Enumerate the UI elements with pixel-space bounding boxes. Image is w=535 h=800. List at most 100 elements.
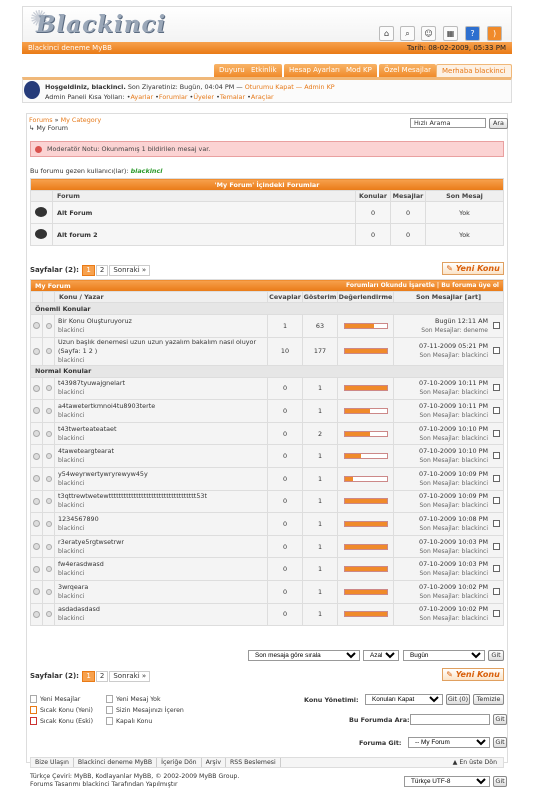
thread-title[interactable]: t43987tyuwajgnelart: [58, 379, 125, 387]
forum-actions-links[interactable]: Forumları Okundu İşaretle | Bu foruma üy…: [346, 282, 503, 289]
rating-bar[interactable]: [343, 385, 388, 392]
last-post-by[interactable]: Son Mesajlar: blackinci: [394, 434, 488, 443]
thread-author[interactable]: blackinci: [58, 411, 267, 420]
thread-title[interactable]: 1234567890: [58, 515, 99, 523]
thread-select-checkbox[interactable]: [493, 321, 500, 329]
thread-title[interactable]: y54weyrwertywryrewyw45y: [58, 470, 148, 478]
last-post-by[interactable]: Son Mesajlar: blackinci: [394, 411, 488, 420]
thread-replies[interactable]: 10: [267, 336, 303, 366]
thread-title[interactable]: a4tawetertkmnoi4tu8903terte: [58, 402, 155, 410]
admin-cp-link[interactable]: — Admin KP: [294, 83, 335, 91]
thread-select-checkbox[interactable]: [493, 384, 500, 392]
search-icon[interactable]: ⌕: [400, 26, 415, 41]
last-post-by[interactable]: Son Mesajlar: blackinci: [394, 547, 488, 556]
thread-replies[interactable]: 1: [267, 314, 303, 338]
footer-contact[interactable]: Bize Ulaşın: [31, 758, 74, 767]
thread-title[interactable]: fw4erasdwasd: [58, 560, 104, 568]
quick-search-input[interactable]: Hızlı Arama: [410, 118, 486, 128]
thread-title[interactable]: asdadasdasd: [58, 605, 100, 613]
thread-row[interactable]: 1234567890 blackinci 0 1 07-10-2009 10:08 PM…: [30, 512, 504, 536]
thread-select-checkbox[interactable]: [493, 406, 500, 414]
home-icon[interactable]: ⌂: [379, 26, 394, 41]
last-post-by[interactable]: Son Mesajlar: blackinci: [394, 351, 488, 360]
thread-author[interactable]: blackinci: [58, 547, 267, 556]
thread-title[interactable]: r3eratye5rgtwsetrwr: [58, 538, 124, 546]
rating-bar[interactable]: [343, 407, 388, 414]
forum-search-input[interactable]: [410, 714, 490, 725]
thread-replies[interactable]: 0: [267, 557, 303, 581]
thread-replies[interactable]: 0: [267, 466, 303, 491]
thread-select-checkbox[interactable]: [493, 347, 500, 355]
thread-replies[interactable]: 0: [267, 399, 303, 423]
thread-row[interactable]: Bir Konu Oluşturuyoruz blackinci 1 63 Bugün …: [30, 314, 504, 338]
rating-bar[interactable]: [343, 566, 388, 573]
thread-author[interactable]: blackinci: [58, 456, 267, 465]
last-post-by[interactable]: Son Mesajlar: blackinci: [394, 479, 488, 488]
language-go-button[interactable]: Git: [493, 776, 507, 787]
thread-select-checkbox[interactable]: [493, 519, 500, 527]
shortcut-settings[interactable]: Ayarlar: [131, 93, 154, 101]
nav-hesap-ayarlari[interactable]: Hesap Ayarları: [284, 64, 345, 77]
last-post-by[interactable]: Son Mesajlar: blackinci: [394, 501, 488, 510]
thread-select-checkbox[interactable]: [493, 610, 500, 618]
thread-row[interactable]: Uzun başlık denemesi uzun uzun yazalım b…: [30, 336, 504, 366]
alert-text[interactable]: Moderatör Notu: Okunmamış 1 bildirilen m…: [47, 145, 210, 153]
last-post-by[interactable]: Son Mesajlar: blackinci: [394, 456, 488, 465]
page-next[interactable]: Sonraki »: [109, 671, 151, 682]
last-post-by[interactable]: Son Mesajlar: blackinci: [394, 388, 488, 397]
language-select[interactable]: Türkçe UTF-8: [404, 776, 490, 787]
visitor-user[interactable]: blackinci: [131, 167, 163, 175]
footer-top-link[interactable]: ▲ En üste Dön: [453, 758, 497, 767]
thread-select-checkbox[interactable]: [493, 474, 500, 482]
subforum-row[interactable]: Alt forum 2 0 0 Yok: [30, 223, 504, 246]
thread-replies[interactable]: 0: [267, 421, 303, 446]
nav-mod-kp[interactable]: Mod KP: [341, 64, 377, 77]
thread-title[interactable]: 3wrqeara: [58, 583, 88, 591]
thread-author[interactable]: blackinci: [58, 614, 267, 623]
thread-row[interactable]: t43twerteateataet blackinci 0 2 07-10-2009 1…: [30, 421, 504, 446]
thread-author[interactable]: blackinci: [58, 501, 267, 510]
thread-title[interactable]: 4taweteargtearat: [58, 447, 114, 455]
moderation-go-button[interactable]: Git (0): [446, 694, 470, 705]
date-range-select[interactable]: Bugün: [403, 650, 485, 661]
thread-author[interactable]: blackinci: [58, 326, 267, 335]
subforum-name[interactable]: Alt Forum: [52, 201, 356, 224]
rating-bar[interactable]: [343, 498, 388, 505]
page-1[interactable]: 1: [82, 265, 95, 276]
rating-bar[interactable]: [343, 348, 388, 355]
thread-title[interactable]: t3qttrewtwetewtttttttttttttttttttttttttt…: [58, 492, 207, 500]
rating-bar[interactable]: [343, 430, 388, 437]
thread-select-checkbox[interactable]: [493, 452, 500, 460]
thread-select-checkbox[interactable]: [493, 497, 500, 505]
thread-select-checkbox[interactable]: [493, 542, 500, 550]
calendar-icon[interactable]: ▦: [443, 26, 458, 41]
thread-title[interactable]: Uzun başlık denemesi uzun uzun yazalım b…: [58, 338, 256, 346]
forum-jump-button[interactable]: Git: [493, 737, 507, 748]
site-name[interactable]: Blackinci deneme MyBB: [28, 44, 112, 52]
thread-replies[interactable]: 0: [267, 376, 303, 401]
moderation-clear-button[interactable]: Temizle: [473, 694, 504, 705]
nav-merhaba[interactable]: Merhaba blackinci: [436, 64, 512, 77]
nav-duyuru[interactable]: Duyuru: [214, 64, 250, 77]
thread-select-checkbox[interactable]: [493, 429, 500, 437]
thread-row[interactable]: fw4erasdwasd blackinci 0 1 07-10-2009 10:03 …: [30, 557, 504, 581]
rating-bar[interactable]: [343, 611, 388, 618]
shortcut-forums[interactable]: Forumlar: [159, 93, 188, 101]
thread-replies[interactable]: 0: [267, 512, 303, 536]
thread-author[interactable]: blackinci: [58, 479, 267, 488]
thread-author[interactable]: blackinci: [58, 388, 267, 397]
rating-bar[interactable]: [343, 322, 388, 329]
footer-back[interactable]: İçeriğe Dön: [157, 758, 202, 767]
rating-bar[interactable]: [343, 588, 388, 595]
quick-search-button[interactable]: Ara: [489, 118, 508, 129]
subforum-row[interactable]: Alt Forum 0 0 Yok: [30, 201, 504, 224]
logout-link[interactable]: Oturumu Kapat: [245, 83, 294, 91]
subforum-name[interactable]: Alt forum 2: [52, 223, 356, 246]
shortcut-users[interactable]: Üyeler: [193, 93, 214, 101]
thread-replies[interactable]: 0: [267, 579, 303, 604]
shortcut-themes[interactable]: Temalar: [220, 93, 245, 101]
last-post-by[interactable]: Son Mesajlar: deneme: [394, 326, 488, 335]
nav-etkinlik[interactable]: Etkinlik: [246, 64, 282, 77]
help-icon[interactable]: ?: [465, 26, 480, 41]
thread-replies[interactable]: 0: [267, 534, 303, 559]
